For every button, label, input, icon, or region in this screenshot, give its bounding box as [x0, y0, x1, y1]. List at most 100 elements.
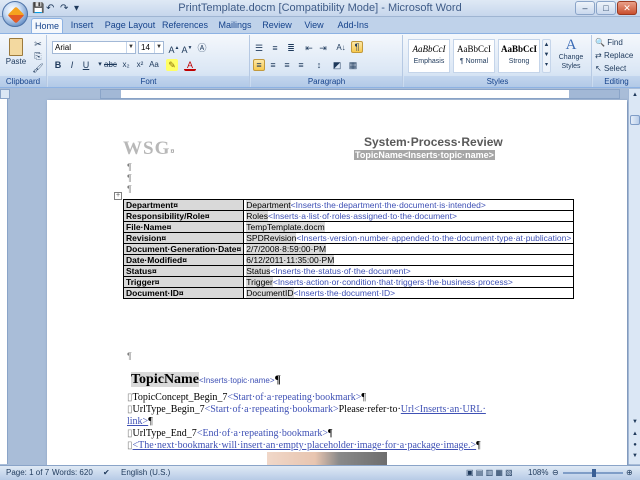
- find-label: Find: [607, 38, 623, 47]
- zoom-slider-thumb[interactable]: [592, 469, 596, 477]
- styles-gallery-scroll[interactable]: ▲ ▼ ▾: [542, 39, 551, 73]
- copy-icon[interactable]: ⎘: [32, 50, 44, 62]
- scroll-thumb[interactable]: [630, 115, 640, 125]
- style-strong[interactable]: AaBbCcI Strong: [498, 39, 540, 73]
- row-value[interactable]: Department<Inserts·the·department·the·do…: [243, 199, 575, 211]
- cut-icon[interactable]: ✂: [32, 38, 44, 50]
- grow-font-icon[interactable]: A▲: [168, 42, 180, 55]
- bold-icon[interactable]: B: [52, 59, 64, 71]
- italic-icon[interactable]: I: [66, 59, 78, 71]
- row-value[interactable]: SPDRevision<Inserts·version·number·appen…: [243, 232, 575, 244]
- table-row: Department¤ Department<Inserts·the·depart…: [122, 199, 575, 211]
- minimize-button[interactable]: –: [575, 1, 595, 15]
- bookmark-note: <Start·of·a·repeating·bookmark>: [204, 404, 339, 415]
- bookmark-line: ▯UrlType_Begin_7<Start·of·a·repeating·bo…: [127, 404, 486, 415]
- align-right-icon[interactable]: ≡: [281, 59, 293, 71]
- replace-icon: ⇄: [595, 51, 602, 60]
- styles-group: AaBbCcI Emphasis AaBbCcI ¶ Normal AaBbCc…: [404, 35, 592, 87]
- change-styles-button[interactable]: A Change Styles: [553, 37, 589, 75]
- row-value[interactable]: Roles<Inserts·a·list·of·roles·assigned·t…: [243, 210, 575, 222]
- format-painter-icon[interactable]: 🖌: [32, 62, 44, 74]
- language[interactable]: English (U.S.): [121, 466, 170, 480]
- office-button[interactable]: [2, 1, 28, 27]
- scroll-up-icon[interactable]: ▲: [630, 90, 640, 100]
- tab-references[interactable]: References: [160, 18, 210, 33]
- numbering-icon[interactable]: ≡: [269, 42, 281, 54]
- decrease-indent-icon[interactable]: ⇤: [303, 42, 315, 54]
- field-code: TempTemplate.docm: [246, 221, 325, 232]
- url-field-end[interactable]: link>: [127, 416, 148, 427]
- strikethrough-icon[interactable]: abc: [104, 59, 117, 71]
- bullets-icon[interactable]: ☰: [253, 42, 265, 54]
- show-formatting-marks-icon[interactable]: ¶: [351, 41, 363, 53]
- row-value[interactable]: Trigger<Inserts·action·or·condition·that…: [243, 276, 575, 288]
- line-spacing-icon[interactable]: ↕: [313, 59, 325, 71]
- clipboard-group-label: Clipboard: [0, 76, 46, 87]
- browse-object-icon[interactable]: ●: [630, 440, 640, 450]
- spelling-icon[interactable]: ✔: [103, 466, 110, 480]
- word-count[interactable]: Words: 620: [52, 466, 93, 480]
- title-bar: 💾 ↶ ↷ ▾ PrintTemplate.docm [Compatibilit…: [0, 0, 640, 17]
- cell-marker: ¤: [170, 147, 176, 156]
- row-value[interactable]: 6/12/2011·11:35:00·PM: [243, 254, 575, 266]
- tab-insert[interactable]: Insert: [67, 18, 97, 33]
- tab-review[interactable]: Review: [259, 18, 295, 33]
- row-label: Document·Generation·Date¤: [122, 243, 245, 255]
- document-info-table: Department¤ Department<Inserts·the·depart…: [122, 199, 575, 299]
- horizontal-ruler[interactable]: [100, 89, 620, 99]
- close-button[interactable]: ✕: [617, 1, 637, 15]
- style-normal[interactable]: AaBbCcI ¶ Normal: [453, 39, 495, 73]
- scroll-down-icon[interactable]: ▼: [630, 417, 640, 427]
- document-page[interactable]: WSG¤ System·Process·Review TopicName<Ins…: [47, 100, 627, 470]
- borders-icon[interactable]: ▦: [347, 59, 359, 71]
- style-emphasis[interactable]: AaBbCcI Emphasis: [408, 39, 450, 73]
- chevron-down-icon: ▼: [154, 42, 163, 53]
- superscript-icon[interactable]: x²: [134, 59, 146, 71]
- zoom-out-icon[interactable]: ⊖: [552, 466, 559, 480]
- change-case-icon[interactable]: Aa: [148, 59, 160, 71]
- underline-icon[interactable]: U: [80, 59, 92, 71]
- align-left-icon[interactable]: ≡: [253, 59, 265, 71]
- font-size-select[interactable]: 14 ▼: [138, 41, 164, 54]
- tab-add-ins[interactable]: Add-Ins: [334, 18, 372, 33]
- sort-icon[interactable]: A↓: [335, 42, 347, 54]
- vertical-scrollbar[interactable]: ▲ ▼ ▲ ● ▼: [628, 89, 640, 464]
- subscript-icon[interactable]: x₂: [120, 59, 132, 71]
- align-center-icon[interactable]: ≡: [267, 59, 279, 71]
- vertical-ruler[interactable]: [0, 99, 8, 464]
- next-page-icon[interactable]: ▼: [630, 451, 640, 461]
- replace-button[interactable]: ⇄ Replace: [595, 50, 639, 62]
- select-button[interactable]: ↖ Select: [595, 63, 639, 75]
- row-value[interactable]: Status<Inserts·the·status·of·the·documen…: [243, 265, 575, 277]
- tab-view[interactable]: View: [299, 18, 329, 33]
- table-move-handle-icon[interactable]: +: [114, 192, 122, 200]
- find-button[interactable]: 🔍 Find: [595, 37, 639, 49]
- shading-icon[interactable]: ◩: [331, 59, 343, 71]
- style-preview: AaBbCcI: [412, 44, 446, 54]
- url-field[interactable]: Url<Inserts·an·URL·: [401, 404, 486, 415]
- multilevel-list-icon[interactable]: ≣: [285, 42, 297, 54]
- page-count[interactable]: Page: 1 of 7: [6, 466, 49, 480]
- highlight-icon[interactable]: ✎: [166, 59, 178, 71]
- ruler-toggle[interactable]: [0, 89, 10, 99]
- row-value[interactable]: 2/7/2008·8:59:00·PM: [243, 243, 575, 255]
- zoom-level[interactable]: 108%: [528, 466, 548, 480]
- row-value[interactable]: DocumentID<Inserts·the·document·ID>: [243, 287, 575, 299]
- previous-page-icon[interactable]: ▲: [630, 429, 640, 439]
- paste-button[interactable]: Paste: [3, 37, 29, 73]
- clear-formatting-icon[interactable]: Ⓐ: [196, 42, 208, 54]
- shrink-font-icon[interactable]: A▼: [181, 42, 193, 55]
- zoom-in-icon[interactable]: ⊕: [626, 466, 633, 480]
- tab-mailings[interactable]: Mailings: [214, 18, 256, 33]
- binoculars-icon: 🔍: [595, 38, 605, 47]
- font-color-icon[interactable]: A: [184, 59, 196, 71]
- tab-page-layout[interactable]: Page Layout: [103, 18, 157, 33]
- tab-home[interactable]: Home: [31, 18, 63, 33]
- font-name-select[interactable]: Arial ▼: [52, 41, 136, 54]
- justify-icon[interactable]: ≡: [295, 59, 307, 71]
- view-buttons[interactable]: ▣ ▤ ▥ ▦ ▧: [466, 466, 513, 480]
- row-value[interactable]: TempTemplate.docm: [243, 221, 575, 233]
- table-row: Revision¤ SPDRevision<Inserts·version·num…: [122, 232, 575, 244]
- increase-indent-icon[interactable]: ⇥: [317, 42, 329, 54]
- maximize-button[interactable]: □: [596, 1, 616, 15]
